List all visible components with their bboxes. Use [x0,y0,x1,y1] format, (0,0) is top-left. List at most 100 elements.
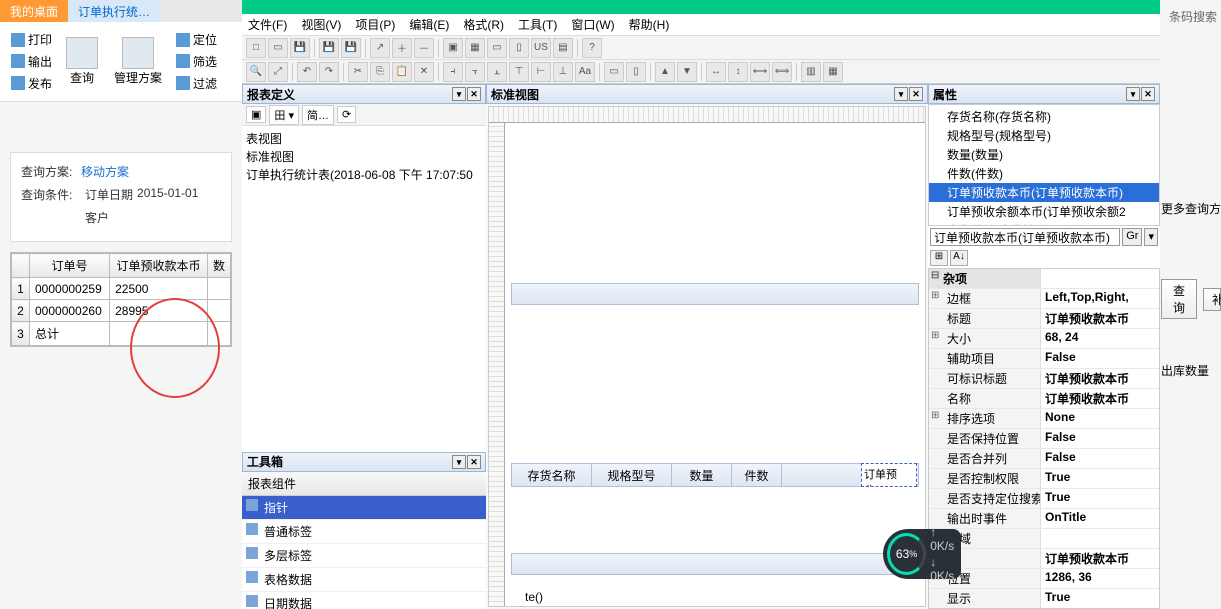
tb-align-right-icon[interactable]: ⫠ [487,62,507,82]
table-row-total[interactable]: 3 总计 [12,322,231,346]
pin-icon[interactable]: ▾ [452,87,466,101]
tree-node[interactable]: 订单执行统计表(2018-06-08 下午 17:07:50 [246,166,482,184]
prop-key[interactable]: 是否合并列 [929,449,1041,468]
col-prepay[interactable]: 订单预收款本币 [110,254,208,278]
prop-value[interactable]: True [1041,589,1159,608]
field-item[interactable]: 订单预收余额本币(订单预收余额2 [929,202,1159,221]
props-header[interactable]: 属性 ▾✕ [928,84,1160,104]
tb-send-back-icon[interactable]: ▼ [677,62,697,82]
query-button[interactable]: 查询 [1161,279,1197,319]
tb-align-middle-icon[interactable]: ⊢ [531,62,551,82]
design-canvas[interactable]: 存货名称 规格型号 数量 件数 订单预收… te() [488,106,926,607]
prop-key[interactable]: 是否控制权限 [929,469,1041,488]
system-monitor-widget[interactable]: 63% ↑ 0K/s ↓ 0K/s [883,529,961,579]
expression-row[interactable]: te() [525,590,543,604]
tb-grid-icon[interactable]: ▦ [465,38,485,58]
dropdown-icon[interactable]: ▾ [894,87,908,101]
tb-height-icon[interactable]: ⟺ [772,62,792,82]
tb-extra-icon[interactable]: ▦ [823,62,843,82]
menu-window[interactable]: 窗口(W) [571,16,614,33]
rd-refresh-icon[interactable]: ⟳ [337,106,356,123]
tb-expand-icon[interactable]: ⤢ [268,62,288,82]
prop-key[interactable]: 名称 [929,389,1041,408]
prop-key[interactable]: 标题 [929,309,1041,328]
tb-width-icon[interactable]: ⟷ [750,62,770,82]
tb-help-icon[interactable]: ? [582,38,602,58]
tree-node[interactable]: 标准视图 [246,148,482,166]
menu-project[interactable]: 项目(P) [355,16,395,33]
band-footer[interactable] [511,553,919,575]
ribbon-query[interactable]: 查询 [58,27,106,96]
field-item[interactable]: 数量(数量) [929,145,1159,164]
toolbox-header[interactable]: 工具箱 ▾✕ [242,452,486,472]
toolbox-multi-label[interactable]: 多层标签 [242,544,486,568]
tb-ungroup-icon[interactable]: ▯ [626,62,646,82]
tb-cut-icon[interactable]: ✂ [348,62,368,82]
menu-view[interactable]: 视图(V) [301,16,341,33]
rd-list-icon[interactable]: 田 ▾ [269,105,299,125]
titlebar[interactable] [242,0,1160,14]
ribbon-filter[interactable]: 筛选 [176,53,217,70]
tb-saveall-icon[interactable]: 💾 [341,38,361,58]
rd-collapse-icon[interactable]: ▣ [246,106,266,123]
close-icon[interactable]: ✕ [467,87,481,101]
tb-tag-icon[interactable]: US [531,38,551,58]
prop-key[interactable]: 排序选项 [929,409,1041,428]
tb-align-center-icon[interactable]: ⫟ [465,62,485,82]
prop-value[interactable] [1041,529,1159,548]
field-list[interactable]: 存货名称(存货名称) 规格型号(规格型号) 数量(数量) 件数(件数) 订单预收… [928,104,1160,226]
report-def-tree[interactable]: 表视图 标准视图 订单执行统计表(2018-06-08 下午 17:07:50 [242,126,486,272]
tab-desktop[interactable]: 我的桌面 [0,0,68,22]
prop-value[interactable]: True [1041,469,1159,488]
more-query-link[interactable]: 更多查询方 [1157,200,1221,217]
pin-icon[interactable]: ▾ [1126,87,1140,101]
menu-tools[interactable]: 工具(T) [518,16,557,33]
std-view-header[interactable]: 标准视图 ▾✕ [486,84,928,104]
rd-combo[interactable]: 简… [302,105,334,125]
tb-undo-icon[interactable]: ↶ [297,62,317,82]
tb-paste-icon[interactable]: 📋 [392,62,412,82]
toolbox-date-data[interactable]: 日期数据 [242,592,486,609]
prop-value[interactable]: None [1041,409,1159,428]
report-def-header[interactable]: 报表定义 ▾✕ [242,84,486,104]
tb-chart-icon[interactable]: ▤ [553,38,573,58]
tb-save-icon[interactable]: 💾 [290,38,310,58]
property-grid[interactable]: 杂项边框Left,Top,Right,标题订单预收款本币大小68, 24辅助项目… [928,268,1160,609]
prop-tab-az-icon[interactable]: A↓ [950,250,968,266]
selected-field[interactable]: 订单预收… [861,463,917,487]
tb-barcode-icon[interactable]: ▥ [801,62,821,82]
band-columns[interactable]: 存货名称 规格型号 数量 件数 [511,463,919,487]
prop-value[interactable]: 订单预收款本币 [1041,369,1159,388]
ribbon-filter2[interactable]: 过滤 [176,75,217,92]
col-pieces[interactable]: 件数 [732,464,782,486]
prop-tab-cat-icon[interactable]: ⊞ [930,250,948,266]
tb-save2-icon[interactable]: 💾 [319,38,339,58]
menu-file[interactable]: 文件(F) [248,16,287,33]
tb-doc-icon[interactable]: ▣ [443,38,463,58]
close-icon[interactable]: ✕ [909,87,923,101]
prop-value[interactable]: Left,Top,Right, [1041,289,1159,308]
tb-bring-front-icon[interactable]: ▲ [655,62,675,82]
tree-node[interactable]: 表视图 [246,130,482,148]
col-num[interactable]: 数 [207,254,230,278]
query-plan-value[interactable]: 移动方案 [81,163,129,180]
col-order[interactable]: 订单号 [30,254,110,278]
field-item-selected[interactable]: 订单预收款本币(订单预收款本币) [929,183,1159,202]
table-row[interactable]: 2 0000000260 28995 [12,300,231,322]
col-inv-name[interactable]: 存货名称 [512,464,592,486]
ribbon-publish[interactable]: 发布 [11,75,52,92]
tb-arrow-icon[interactable]: ↗ [370,38,390,58]
tb-panel-icon[interactable]: ▯ [509,38,529,58]
prop-key[interactable]: 是否支持定位搜索 [929,489,1041,508]
prop-search-btn[interactable]: Gr [1122,228,1142,246]
prop-key[interactable]: 杂项 [929,269,1041,288]
prop-key[interactable]: 是否保持位置 [929,429,1041,448]
tb-hspace-icon[interactable]: ↔ [706,62,726,82]
menu-format[interactable]: 格式(R) [463,16,504,33]
toolbox-table-data[interactable]: 表格数据 [242,568,486,592]
tb-vspace-icon[interactable]: ↕ [728,62,748,82]
close-icon[interactable]: ✕ [467,455,481,469]
menu-help[interactable]: 帮助(H) [629,16,670,33]
prop-value[interactable]: 订单预收款本币 [1041,389,1159,408]
ribbon-locate[interactable]: 定位 [176,31,217,48]
